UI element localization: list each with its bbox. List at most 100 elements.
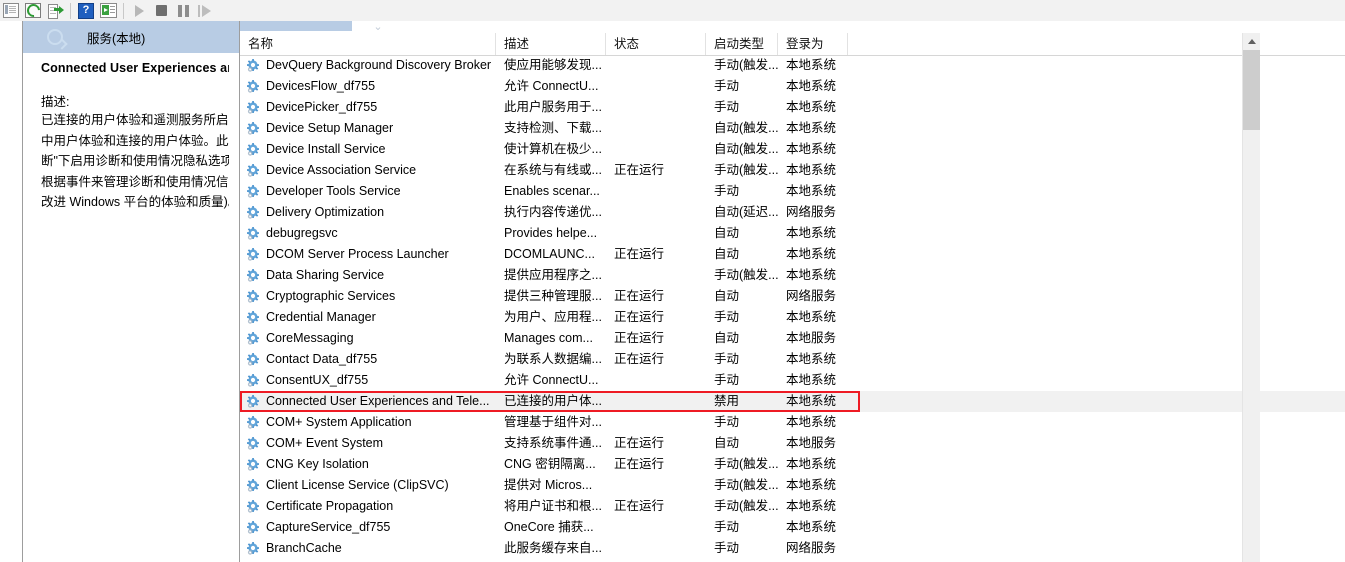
cell-name: DevicesFlow_df755 <box>266 79 376 93</box>
pause-icon <box>177 4 189 17</box>
table-row[interactable]: BranchCache 此服务缓存来自... 手动 网络服务 <box>240 538 1345 559</box>
table-row[interactable]: Developer Tools Service Enables scenar...… <box>240 181 1345 202</box>
description-label: 描述: <box>41 95 70 109</box>
cell-status <box>606 538 706 559</box>
properties-button[interactable] <box>98 1 118 20</box>
table-row[interactable]: ConsentUX_df755 允许 ConnectU... 手动 本地系统 <box>240 370 1345 391</box>
cell-startup: 手动 <box>714 79 740 93</box>
table-row[interactable]: Delivery Optimization 执行内容传递优... 自动(延迟... 网… <box>240 202 1345 223</box>
table-row[interactable]: Credential Manager 为用户、应用程... 正在运行 手动 本地系统 <box>240 307 1345 328</box>
cell-name: Developer Tools Service <box>266 184 401 198</box>
table-row[interactable]: Client License Service (ClipSVC) 提供对 Micr… <box>240 475 1345 496</box>
cell-logon: 本地系统 <box>786 121 837 135</box>
cell-logon: 本地系统 <box>786 352 837 366</box>
services-gear-icon <box>47 29 63 45</box>
cell-name: Device Install Service <box>266 142 386 156</box>
cell-logon: 本地系统 <box>786 310 837 324</box>
cell-name: debugregsvc <box>266 226 338 240</box>
table-row[interactable]: Contact Data_df755 为联系人数据编... 正在运行 手动 本地系统 <box>240 349 1345 370</box>
column-header-startup[interactable]: 启动类型 <box>706 33 778 55</box>
table-row[interactable]: debugregsvc Provides helpe... 自动 本地系统 <box>240 223 1345 244</box>
cell-description: 执行内容传递优... <box>504 205 602 219</box>
cell-description: 将用户证书和根... <box>504 499 602 513</box>
cell-status: 正在运行 <box>614 457 665 471</box>
cell-startup: 自动(触发... <box>714 142 778 156</box>
cell-startup: 手动 <box>714 415 740 429</box>
cell-logon: 网络服务 <box>786 205 837 219</box>
table-row[interactable]: DevQuery Background Discovery Broker 使应用能… <box>240 55 1345 76</box>
scrollbar-thumb[interactable] <box>1243 50 1260 130</box>
services-table: DevQuery Background Discovery Broker 使应用能… <box>240 55 1345 562</box>
table-row[interactable]: Connected User Experiences and Tele... 已连… <box>240 391 1345 412</box>
table-row[interactable]: CaptureService_df755 OneCore 捕获... 手动 本地系统 <box>240 517 1345 538</box>
cell-description: 为用户、应用程... <box>504 310 602 324</box>
cell-description: 支持系统事件通... <box>504 436 602 450</box>
start-service-button[interactable] <box>129 1 149 20</box>
cell-logon: 本地系统 <box>786 100 837 114</box>
refresh-button[interactable] <box>23 1 43 20</box>
table-row[interactable]: DCOM Server Process Launcher DCOMLAUNC...… <box>240 244 1345 265</box>
column-header-status[interactable]: 状态 <box>606 33 706 55</box>
cell-startup: 自动 <box>714 247 740 261</box>
help-button[interactable]: ? <box>76 1 96 20</box>
column-header-logon[interactable]: 登录为 <box>778 33 848 55</box>
table-row[interactable]: Device Association Service 在系统与有线或... 正在运行… <box>240 160 1345 181</box>
column-header-description[interactable]: 描述 <box>496 33 606 55</box>
cell-startup: 自动 <box>714 331 740 345</box>
chevron-down-icon[interactable]: ⌄ <box>370 22 386 33</box>
services-console-window: ? 服务(本地) Connected User Experiences a 描述… <box>0 0 1345 562</box>
cell-status <box>606 475 706 496</box>
table-row[interactable]: CNG Key Isolation CNG 密钥隔离... 正在运行 手动(触发...… <box>240 454 1345 475</box>
cell-status <box>606 55 706 76</box>
cell-description: 为联系人数据编... <box>504 352 602 366</box>
cell-status: 正在运行 <box>614 331 665 345</box>
stop-service-button[interactable] <box>151 1 171 20</box>
description-line: 根据事件来管理诊断和使用情况信息的 <box>41 174 229 189</box>
cell-description: Manages com... <box>504 331 593 345</box>
cell-startup: 禁用 <box>714 394 740 408</box>
cell-startup: 手动 <box>714 310 740 324</box>
vertical-scrollbar[interactable] <box>1242 33 1260 562</box>
table-row[interactable]: Device Install Service 使计算机在极少... 自动(触发...… <box>240 139 1345 160</box>
export-list-button[interactable] <box>45 1 65 20</box>
toolbar-separator-2 <box>123 2 124 19</box>
table-row[interactable]: DevicePicker_df755 此用户服务用于... 手动 本地系统 <box>240 97 1345 118</box>
cell-description: 管理基于组件对... <box>504 415 602 429</box>
toolbar-separator-1 <box>70 2 71 19</box>
cell-startup: 手动 <box>714 184 740 198</box>
cell-status <box>606 181 706 202</box>
pause-service-button[interactable] <box>173 1 193 20</box>
cell-logon: 本地系统 <box>786 478 837 492</box>
table-row[interactable]: COM+ System Application 管理基于组件对... 手动 本地系统 <box>240 412 1345 433</box>
selected-service-title: Connected User Experiences and T <box>41 61 229 75</box>
show-hide-console-tree-button[interactable] <box>1 1 21 20</box>
table-row[interactable]: CoreMessaging Manages com... 正在运行 自动 本地服务 <box>240 328 1345 349</box>
scroll-up-button[interactable] <box>1243 33 1260 50</box>
list-icon <box>3 3 19 18</box>
cell-name: DCOM Server Process Launcher <box>266 247 449 261</box>
table-row[interactable]: Device Setup Manager 支持检测、下载... 自动(触发... 本地… <box>240 118 1345 139</box>
column-header-row: 名称 描述 状态 启动类型 登录为 <box>240 33 1345 56</box>
cell-startup: 手动(触发... <box>714 163 778 177</box>
cell-startup: 手动 <box>714 352 740 366</box>
column-header-name[interactable]: 名称 <box>240 33 496 55</box>
table-row[interactable]: Cryptographic Services 提供三种管理服... 正在运行 自动 网络… <box>240 286 1345 307</box>
table-row[interactable]: Data Sharing Service 提供应用程序之... 手动(触发... 本地… <box>240 265 1345 286</box>
cell-status <box>606 139 706 160</box>
restart-service-button[interactable] <box>195 1 215 20</box>
table-row[interactable]: COM+ Event System 支持系统事件通... 正在运行 自动 本地服务 <box>240 433 1345 454</box>
cell-logon: 本地系统 <box>786 457 837 471</box>
cell-status: 正在运行 <box>614 352 665 366</box>
table-row[interactable]: DevicesFlow_df755 允许 ConnectU... 手动 本地系统 <box>240 76 1345 97</box>
cell-description: 使计算机在极少... <box>504 142 602 156</box>
cell-logon: 本地服务 <box>786 331 837 345</box>
cell-logon: 网络服务 <box>786 541 837 555</box>
cell-startup: 手动 <box>714 373 740 387</box>
cell-logon: 本地系统 <box>786 394 837 408</box>
restart-icon <box>198 4 212 17</box>
cell-name: CNG Key Isolation <box>266 457 369 471</box>
cell-description: Provides helpe... <box>504 226 598 240</box>
tree-root-node[interactable]: 服务(本地) <box>23 21 239 53</box>
services-list-pane: ⌄ 名称 描述 状态 启动类型 登录为 DevQuery Background Disc… <box>240 21 1345 562</box>
table-row[interactable]: Certificate Propagation 将用户证书和根... 正在运行 手动(… <box>240 496 1345 517</box>
